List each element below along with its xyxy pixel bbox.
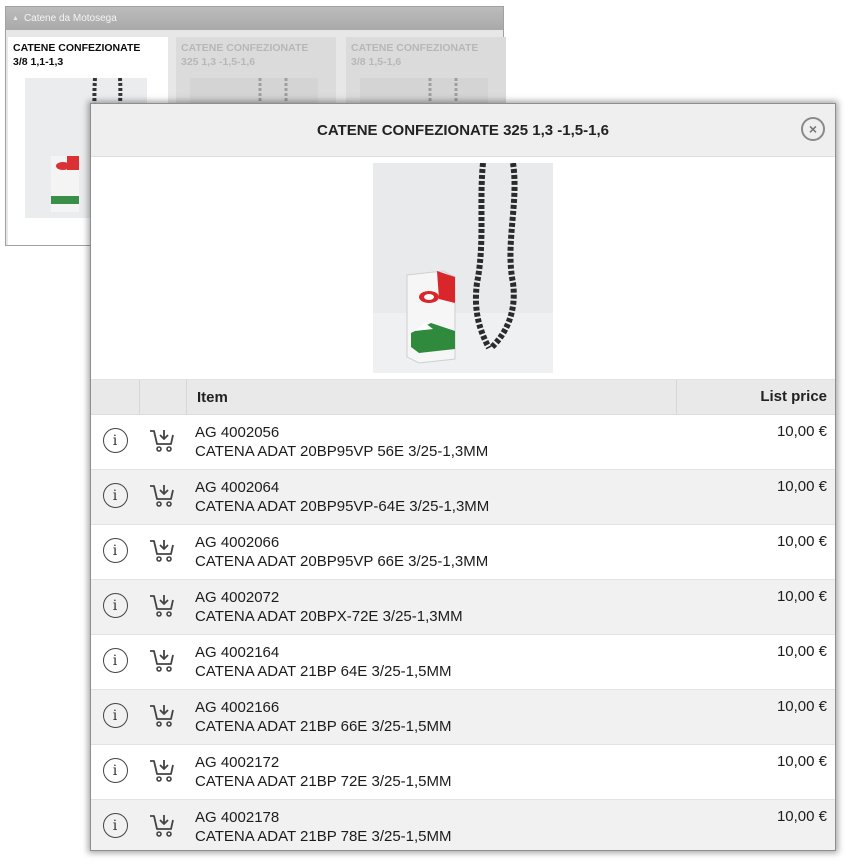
table-header-item[interactable]: Item bbox=[187, 389, 676, 406]
info-circle-icon[interactable]: i bbox=[102, 758, 128, 783]
info-circle-icon[interactable]: i bbox=[102, 428, 128, 453]
item-price: 10,00 € bbox=[776, 588, 827, 605]
item-price: 10,00 € bbox=[776, 643, 827, 660]
info-circle-icon[interactable]: i bbox=[102, 538, 128, 563]
info-cell: i bbox=[91, 470, 139, 508]
info-circle-icon[interactable]: i bbox=[102, 483, 128, 508]
item-cell: AG 4002066 CATENA ADAT 20BP95VP 66E 3/25… bbox=[185, 525, 677, 571]
cart-cell bbox=[139, 525, 185, 563]
info-cell: i bbox=[91, 525, 139, 563]
add-to-cart-icon[interactable] bbox=[148, 592, 176, 618]
add-to-cart-icon[interactable] bbox=[148, 537, 176, 563]
info-circle-icon[interactable]: i bbox=[102, 648, 128, 673]
category-panel-header[interactable]: ▲ Catene da Motosega bbox=[6, 7, 503, 30]
info-cell: i bbox=[91, 745, 139, 783]
modal-header: CATENE CONFEZIONATE 325 1,3 -1,5-1,6 × bbox=[91, 104, 835, 157]
info-cell: i bbox=[91, 690, 139, 728]
cart-cell bbox=[139, 635, 185, 673]
modal-title: CATENE CONFEZIONATE 325 1,3 -1,5-1,6 bbox=[316, 121, 610, 139]
category-tile-label: CATENE CONFEZIONATE 3/8 1,1-1,3 bbox=[13, 42, 141, 68]
product-image bbox=[373, 163, 553, 373]
item-code: AG 4002166 bbox=[195, 699, 280, 716]
item-price: 10,00 € bbox=[776, 808, 827, 825]
item-description: CATENA ADAT 21BP 66E 3/25-1,5MM bbox=[195, 718, 452, 735]
item-price: 10,00 € bbox=[776, 533, 827, 550]
item-cell: AG 4002064 CATENA ADAT 20BP95VP-64E 3/25… bbox=[185, 470, 677, 516]
product-modal: CATENE CONFEZIONATE 325 1,3 -1,5-1,6 × I… bbox=[90, 103, 836, 851]
info-circle-icon[interactable]: i bbox=[102, 813, 128, 838]
item-cell: AG 4002164 CATENA ADAT 21BP 64E 3/25-1,5… bbox=[185, 635, 677, 681]
item-code: AG 4002178 bbox=[195, 809, 280, 826]
item-price: 10,00 € bbox=[776, 698, 827, 715]
add-to-cart-icon[interactable] bbox=[148, 702, 176, 728]
item-description: CATENA ADAT 21BP 64E 3/25-1,5MM bbox=[195, 663, 452, 680]
cart-cell bbox=[139, 470, 185, 508]
collapse-triangle-icon[interactable]: ▲ bbox=[12, 7, 19, 30]
table-row: i AG 4002072 CATENA ADAT 20BPX-72E 3/25-… bbox=[91, 580, 835, 635]
table-header-info-col bbox=[91, 380, 140, 414]
item-cell: AG 4002172 CATENA ADAT 21BP 72E 3/25-1,5… bbox=[185, 745, 677, 791]
product-image-area bbox=[91, 157, 835, 380]
info-cell: i bbox=[91, 415, 139, 453]
table-row: i AG 4002172 CATENA ADAT 21BP 72E 3/25-1… bbox=[91, 745, 835, 800]
item-cell: AG 4002056 CATENA ADAT 20BP95VP 56E 3/25… bbox=[185, 415, 677, 461]
cart-cell bbox=[139, 800, 185, 838]
item-description: CATENA ADAT 21BP 78E 3/25-1,5MM bbox=[195, 828, 452, 845]
info-cell: i bbox=[91, 580, 139, 618]
item-price: 10,00 € bbox=[776, 478, 827, 495]
item-code: AG 4002056 bbox=[195, 424, 280, 441]
cart-cell bbox=[139, 745, 185, 783]
table-row: i AG 4002164 CATENA ADAT 21BP 64E 3/25-1… bbox=[91, 635, 835, 690]
table-header-cart-col bbox=[140, 380, 187, 414]
item-code: AG 4002164 bbox=[195, 644, 280, 661]
item-cell: AG 4002178 CATENA ADAT 21BP 78E 3/25-1,5… bbox=[185, 800, 677, 846]
category-panel-title: Catene da Motosega bbox=[23, 13, 117, 24]
info-cell: i bbox=[91, 800, 139, 838]
item-cell: AG 4002072 CATENA ADAT 20BPX-72E 3/25-1,… bbox=[185, 580, 677, 626]
table-row: i AG 4002166 CATENA ADAT 21BP 66E 3/25-1… bbox=[91, 690, 835, 745]
item-cell: AG 4002166 CATENA ADAT 21BP 66E 3/25-1,5… bbox=[185, 690, 677, 736]
add-to-cart-icon[interactable] bbox=[148, 647, 176, 673]
item-description: CATENA ADAT 20BPX-72E 3/25-1,3MM bbox=[195, 608, 463, 625]
table-row: i AG 4002064 CATENA ADAT 20BP95VP-64E 3/… bbox=[91, 470, 835, 525]
table-header: Item List price bbox=[91, 380, 835, 415]
item-price: 10,00 € bbox=[776, 423, 827, 440]
item-description: CATENA ADAT 20BP95VP 66E 3/25-1,3MM bbox=[195, 553, 489, 570]
category-tile-label: CATENE CONFEZIONATE 325 1,3 -1,5-1,6 bbox=[181, 42, 309, 68]
item-code: AG 4002066 bbox=[195, 534, 280, 551]
close-icon[interactable]: × bbox=[801, 117, 825, 141]
info-circle-icon[interactable]: i bbox=[102, 703, 128, 728]
item-description: CATENA ADAT 21BP 72E 3/25-1,5MM bbox=[195, 773, 452, 790]
add-to-cart-icon[interactable] bbox=[148, 757, 176, 783]
cart-cell bbox=[139, 580, 185, 618]
add-to-cart-icon[interactable] bbox=[148, 812, 176, 838]
item-code: AG 4002172 bbox=[195, 754, 280, 771]
table-row: i AG 4002066 CATENA ADAT 20BP95VP 66E 3/… bbox=[91, 525, 835, 580]
item-price: 10,00 € bbox=[776, 753, 827, 770]
table-row: i AG 4002056 CATENA ADAT 20BP95VP 56E 3/… bbox=[91, 415, 835, 470]
item-code: AG 4002072 bbox=[195, 589, 280, 606]
add-to-cart-icon[interactable] bbox=[148, 482, 176, 508]
item-description: CATENA ADAT 20BP95VP 56E 3/25-1,3MM bbox=[195, 443, 489, 460]
cart-cell bbox=[139, 415, 185, 453]
table-body: i AG 4002056 CATENA ADAT 20BP95VP 56E 3/… bbox=[91, 415, 835, 850]
info-circle-icon[interactable]: i bbox=[102, 593, 128, 618]
item-code: AG 4002064 bbox=[195, 479, 280, 496]
cart-cell bbox=[139, 690, 185, 728]
add-to-cart-icon[interactable] bbox=[148, 427, 176, 453]
category-tile-label: CATENE CONFEZIONATE 3/8 1,5-1,6 bbox=[351, 42, 479, 68]
table-row: i AG 4002178 CATENA ADAT 21BP 78E 3/25-1… bbox=[91, 800, 835, 850]
table-header-price[interactable]: List price bbox=[676, 380, 835, 414]
item-description: CATENA ADAT 20BP95VP-64E 3/25-1,3MM bbox=[195, 498, 490, 515]
info-cell: i bbox=[91, 635, 139, 673]
